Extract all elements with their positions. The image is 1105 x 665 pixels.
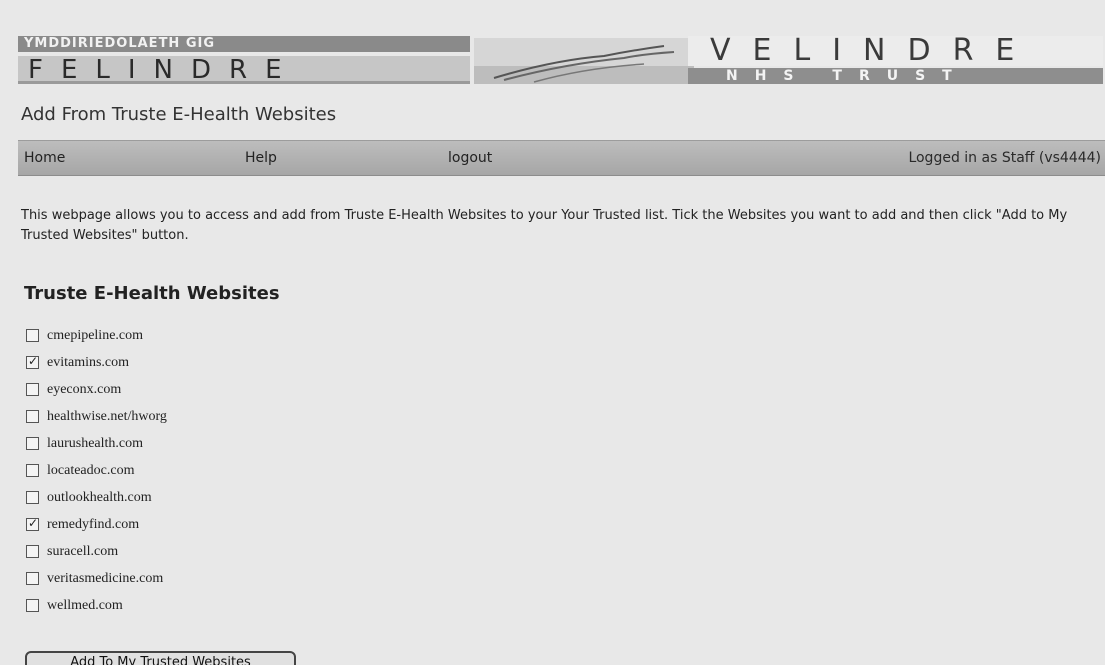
website-label: laurushealth.com bbox=[47, 435, 144, 451]
website-label: evitamins.com bbox=[47, 354, 130, 370]
banner: YMDDIRIEDOLAETH GIG FELINDRE VELINDRE NH… bbox=[18, 36, 1103, 86]
website-label: eyeconx.com bbox=[47, 381, 122, 397]
website-item[interactable]: healthwise.net/hworg bbox=[26, 403, 167, 430]
website-item[interactable]: eyeconx.com bbox=[26, 376, 167, 403]
website-checkbox[interactable] bbox=[26, 437, 39, 450]
website-item[interactable]: veritasmedicine.com bbox=[26, 565, 167, 592]
website-checkbox[interactable] bbox=[26, 410, 39, 423]
website-label: healthwise.net/hworg bbox=[47, 408, 167, 424]
nav-help-link[interactable]: Help bbox=[245, 150, 277, 166]
website-item[interactable]: evitamins.com bbox=[26, 349, 167, 376]
logo-org-name: FELINDRE bbox=[18, 56, 470, 84]
logged-in-status: Logged in as Staff (vs4444) bbox=[908, 150, 1101, 166]
website-checkbox[interactable] bbox=[26, 491, 39, 504]
website-item[interactable]: remedyfind.com bbox=[26, 511, 167, 538]
logo-org-name-right: VELINDRE bbox=[688, 36, 1103, 66]
website-item[interactable]: wellmed.com bbox=[26, 592, 167, 619]
page-title: Add From Truste E-Health Websites bbox=[21, 104, 337, 125]
section-title: Truste E-Health Websites bbox=[24, 283, 280, 304]
page: YMDDIRIEDOLAETH GIG FELINDRE VELINDRE NH… bbox=[0, 0, 1105, 665]
website-checkbox[interactable] bbox=[26, 599, 39, 612]
website-checkbox[interactable] bbox=[26, 545, 39, 558]
website-checkbox[interactable] bbox=[26, 329, 39, 342]
add-to-trusted-button[interactable]: Add To My Trusted Websites bbox=[25, 651, 296, 665]
website-label: cmepipeline.com bbox=[47, 327, 144, 343]
website-label: wellmed.com bbox=[47, 597, 123, 613]
logo-landscape-image bbox=[474, 38, 694, 84]
navbar: Home Help logout Logged in as Staff (vs4… bbox=[18, 140, 1105, 176]
logo-welsh-name: YMDDIRIEDOLAETH GIG bbox=[18, 36, 470, 52]
website-checkbox[interactable] bbox=[26, 354, 39, 369]
intro-text: This webpage allows you to access and ad… bbox=[21, 208, 1068, 243]
website-checkbox[interactable] bbox=[26, 516, 39, 531]
website-checkbox[interactable] bbox=[26, 464, 39, 477]
logo-left: YMDDIRIEDOLAETH GIG FELINDRE bbox=[18, 36, 470, 84]
logo-trust-label: NHS TRUST bbox=[688, 68, 1103, 84]
website-label: remedyfind.com bbox=[47, 516, 140, 532]
website-item[interactable]: locateadoc.com bbox=[26, 457, 167, 484]
website-label: suracell.com bbox=[47, 543, 119, 559]
website-item[interactable]: cmepipeline.com bbox=[26, 322, 167, 349]
website-label: veritasmedicine.com bbox=[47, 570, 164, 586]
website-item[interactable]: outlookhealth.com bbox=[26, 484, 167, 511]
website-item[interactable]: laurushealth.com bbox=[26, 430, 167, 457]
website-list: cmepipeline.com evitamins.com eyeconx.co… bbox=[26, 322, 167, 619]
website-checkbox[interactable] bbox=[26, 383, 39, 396]
website-label: locateadoc.com bbox=[47, 462, 135, 478]
nav-logout-link[interactable]: logout bbox=[448, 150, 492, 166]
website-item[interactable]: suracell.com bbox=[26, 538, 167, 565]
nav-home-link[interactable]: Home bbox=[24, 150, 65, 166]
website-checkbox[interactable] bbox=[26, 572, 39, 585]
website-label: outlookhealth.com bbox=[47, 489, 152, 505]
logo-right: VELINDRE NHS TRUST bbox=[688, 36, 1103, 84]
